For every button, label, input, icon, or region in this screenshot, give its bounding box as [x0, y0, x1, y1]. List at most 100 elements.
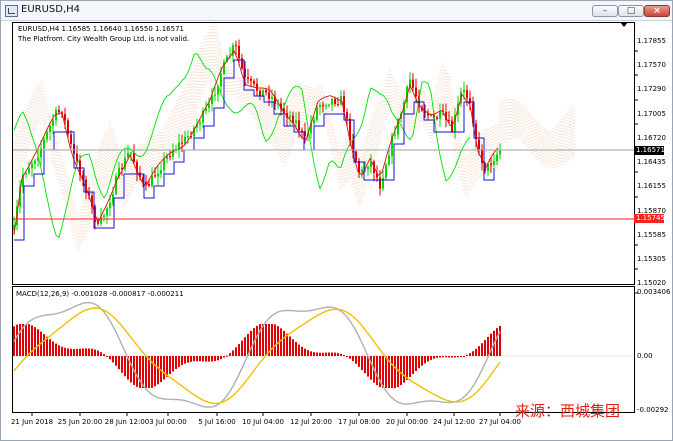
minimize-button[interactable]: –: [592, 5, 618, 17]
macd-histogram-bar: [427, 356, 429, 362]
macd-histogram-bar: [409, 356, 411, 378]
maximize-button[interactable]: □: [618, 5, 644, 17]
price-candle: [130, 152, 132, 154]
time-axis-label: 17 Jul 08:00: [338, 418, 380, 426]
macd-histogram-bar: [376, 356, 378, 386]
price-candle: [493, 161, 495, 165]
macd-histogram-bar: [451, 356, 453, 358]
macd-histogram-bar: [202, 356, 204, 362]
price-axis-label: 1.15585: [637, 231, 666, 239]
price-candle: [355, 151, 357, 161]
time-axis-label: 12 Jul 20:00: [290, 418, 332, 426]
macd-histogram-bar: [460, 356, 462, 357]
time-axis-label: 28 Jun 12:00: [104, 418, 150, 426]
macd-histogram-bar: [124, 356, 126, 377]
price-candle: [301, 130, 303, 132]
level-price-tag: 1.15745: [634, 214, 665, 223]
macd-histogram-bar: [355, 356, 357, 364]
macd-histogram-bar: [421, 356, 423, 366]
price-candle: [181, 142, 183, 144]
price-candle: [412, 79, 414, 88]
price-candle: [322, 105, 324, 107]
macd-histogram-bar: [220, 356, 222, 360]
macd-histogram-bar: [172, 356, 174, 372]
macd-histogram-bar: [265, 324, 267, 356]
price-candle: [430, 114, 432, 116]
chart-canvas[interactable]: [11, 21, 665, 430]
price-candle: [436, 117, 438, 119]
macd-histogram-bar: [217, 356, 219, 361]
price-candle: [235, 45, 237, 47]
price-candle: [325, 105, 327, 107]
chart-shift-marker[interactable]: [620, 22, 628, 27]
macd-histogram-bar: [298, 344, 300, 356]
macd-histogram-bar: [187, 356, 189, 363]
price-candle: [478, 139, 480, 150]
macd-histogram-bar: [475, 348, 477, 356]
macd-histogram-bar: [289, 336, 291, 356]
macd-histogram-bar: [64, 347, 66, 356]
macd-histogram-bar: [301, 346, 303, 356]
macd-histogram-bar: [223, 356, 225, 358]
price-candle: [76, 153, 78, 161]
price-candle: [163, 158, 165, 171]
macd-histogram-bar: [385, 356, 387, 388]
macd-histogram-bar: [94, 349, 96, 356]
macd-histogram-bar: [499, 325, 501, 356]
price-candle: [463, 90, 465, 93]
price-candle: [496, 154, 498, 162]
macd-histogram-bar: [97, 350, 99, 356]
macd-histogram-bar: [130, 356, 132, 383]
macd-histogram-bar: [226, 355, 228, 357]
price-candle: [328, 104, 330, 106]
macd-histogram-bar: [349, 356, 351, 359]
macd-histogram-bar: [322, 352, 324, 356]
time-axis-label: 10 Jul 04:00: [242, 418, 284, 426]
macd-histogram-bar: [88, 348, 90, 356]
macd-histogram-bar: [469, 353, 471, 356]
macd-histogram-bar: [412, 356, 414, 375]
time-axis-label: 21 Jun 2018: [10, 418, 54, 426]
price-candle: [46, 131, 48, 140]
macd-histogram-bar: [82, 348, 84, 356]
macd-histogram-bar: [424, 356, 426, 364]
price-candle: [358, 160, 360, 173]
price-candle: [448, 120, 450, 122]
macd-histogram-bar: [277, 326, 279, 356]
macd-histogram-bar: [91, 348, 93, 356]
macd-histogram-bar: [463, 355, 465, 357]
macd-histogram-bar: [478, 346, 480, 356]
macd-histogram-bar: [391, 356, 393, 388]
price-axis-label: 1.15305: [637, 255, 666, 263]
price-candle: [331, 98, 333, 105]
macd-histogram-bar: [181, 356, 183, 366]
price-candle: [490, 163, 492, 165]
price-candle: [106, 208, 108, 216]
price-candle: [265, 90, 267, 93]
chart-area[interactable]: EURUSD,H4 1.16585 1.16640 1.16550 1.1657…: [10, 21, 670, 430]
macd-indicator-label: MACD(12,26,9) -0.001028 -0.000817 -0.000…: [16, 290, 184, 298]
macd-histogram-bar: [406, 356, 408, 380]
macd-histogram-bar: [229, 353, 231, 356]
price-candle: [28, 168, 30, 174]
price-candle: [361, 169, 363, 173]
price-candle: [388, 155, 390, 165]
macd-histogram-bar: [70, 348, 72, 356]
macd-histogram-bar: [361, 356, 363, 371]
macd-histogram-bar: [445, 356, 447, 358]
macd-histogram-bar: [283, 330, 285, 356]
macd-histogram-bar: [295, 342, 297, 356]
price-candle: [268, 92, 270, 99]
macd-histogram-bar: [118, 356, 120, 370]
macd-histogram-bar: [121, 356, 123, 373]
macd-histogram-bar: [79, 348, 81, 356]
price-axis-label: 1.17290: [637, 85, 666, 93]
macd-histogram-bar: [205, 356, 207, 362]
price-candle: [49, 125, 51, 132]
macd-histogram-bar: [256, 325, 258, 356]
macd-histogram-bar: [358, 356, 360, 367]
price-candle: [133, 152, 135, 163]
window-titlebar[interactable]: EURUSD,H4 – □ ×: [1, 1, 672, 21]
close-button[interactable]: ×: [644, 5, 670, 17]
macd-histogram-bar: [16, 324, 18, 356]
